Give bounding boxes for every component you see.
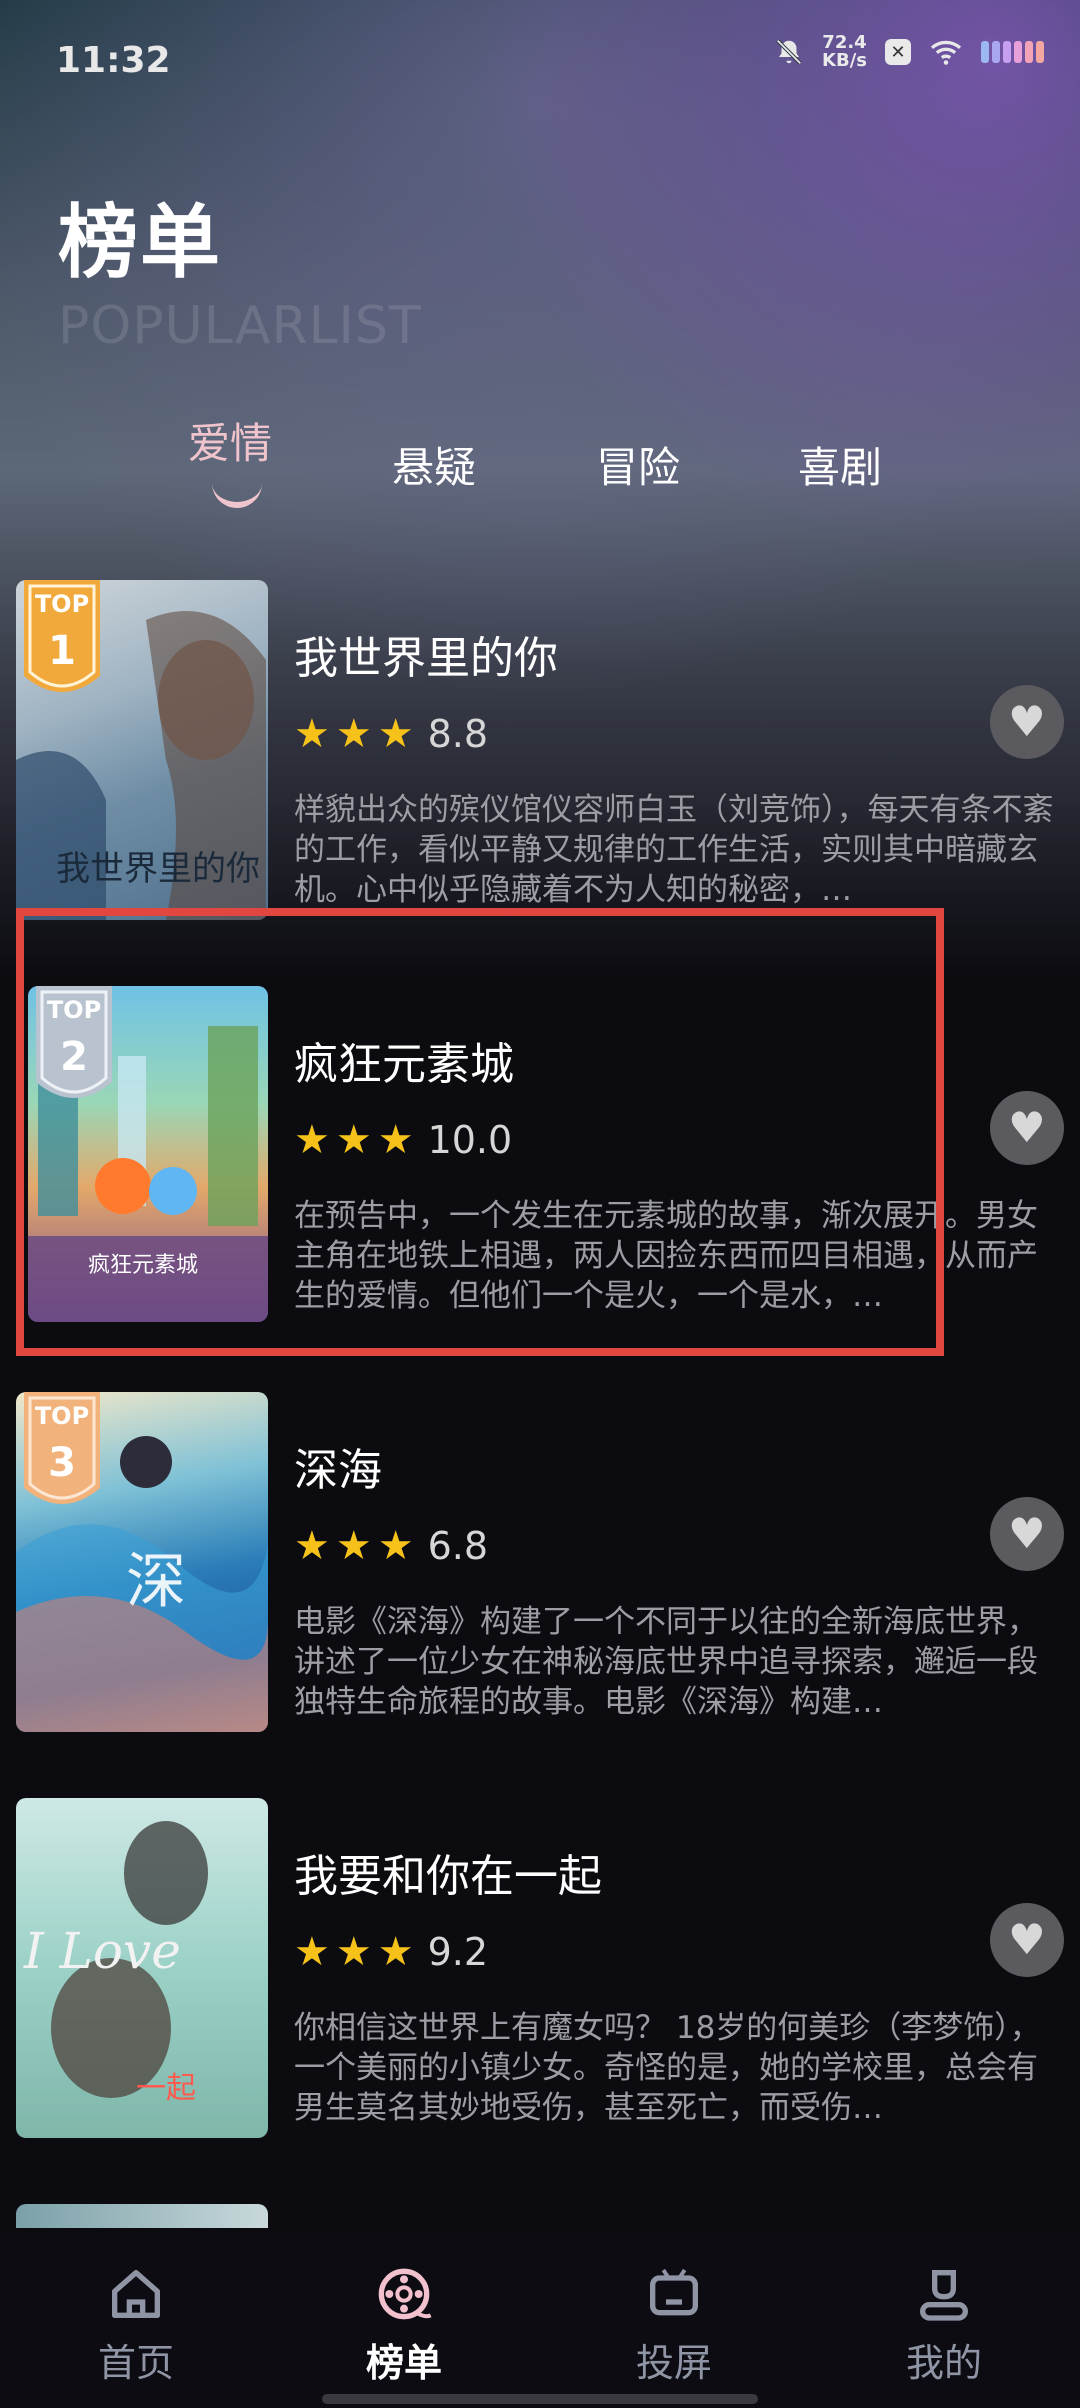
star-icon: ★ xyxy=(377,1523,414,1569)
rank-label: TOP xyxy=(34,590,90,618)
selection-highlight xyxy=(16,908,944,1356)
nav-cast-label: 投屏 xyxy=(635,2341,712,2385)
heart-icon: ♥ xyxy=(1008,1509,1046,1558)
movie-description: 样貌出众的殡仪馆仪容师白玉（刘竞饰），每天有条不紊的工作，看似平静又规律的工作生… xyxy=(294,792,1054,908)
nav-home-label: 首页 xyxy=(97,2341,174,2385)
bottom-nav: 首页 榜单 投屏 我的 xyxy=(0,2232,1080,2408)
tab-romance[interactable]: 爱情 xyxy=(188,410,272,471)
home-icon xyxy=(112,2270,160,2318)
net-speed: 72.4 KB/s xyxy=(822,34,867,70)
nav-profile[interactable]: 我的 xyxy=(844,2262,1044,2387)
list-item[interactable]: 深 TOP 3 深海 ★ ★ ★ 6.8 电影《深海》构建了一个不同于以往的全新… xyxy=(0,1392,1080,1732)
nav-cast[interactable]: 投屏 xyxy=(574,2262,774,2387)
svg-text:一起: 一起 xyxy=(136,2071,196,2106)
movie-description: 电影《深海》构建了一个不同于以往的全新海底世界，讲述了一位少女在神秘海底世界中追… xyxy=(294,1604,1038,1720)
movie-title[interactable]: 我要和你在一起 xyxy=(294,1840,602,1904)
rating-score: 8.8 xyxy=(427,712,489,756)
bell-muted-icon xyxy=(776,39,802,65)
star-icon: ★ xyxy=(294,1929,330,1975)
rank-number: 3 xyxy=(48,1440,76,1486)
nav-ranking-label: 榜单 xyxy=(365,2341,442,2385)
movie-description: 你相信这世界上有魔女吗？ 18岁的何美珍（李梦饰），一个美丽的小镇少女。奇怪的是… xyxy=(294,2010,1041,2126)
favorite-button[interactable]: ♥ xyxy=(990,1903,1064,1977)
rating: ★ ★ ★ 6.8 xyxy=(294,1524,488,1568)
home-indicator[interactable] xyxy=(322,2394,758,2404)
list-item[interactable]: 我世界里的你 TOP 1 我世界里的你 ★ ★ ★ 8.8 样貌出众的殡仪馆仪容… xyxy=(0,580,1080,920)
rating-score: 9.2 xyxy=(427,1930,489,1974)
net-speed-unit: KB/s xyxy=(822,50,867,71)
rating: ★ ★ ★ 8.8 xyxy=(294,712,488,756)
x-app-icon: ✕ xyxy=(885,39,911,65)
nav-home[interactable]: 首页 xyxy=(36,2262,236,2387)
star-icon: ★ xyxy=(335,711,372,757)
favorite-button[interactable]: ♥ xyxy=(990,1497,1064,1571)
status-bar: 11:32 72.4 KB/s ✕ xyxy=(0,0,1080,120)
poster-art: I Love 一起 xyxy=(23,1821,208,2106)
active-tab-indicator xyxy=(212,480,262,508)
movie-poster[interactable]: I Love 一起 xyxy=(16,1798,268,2138)
status-icons: 72.4 KB/s ✕ xyxy=(774,34,1044,70)
page-title: 榜单 xyxy=(58,196,222,289)
status-time: 11:32 xyxy=(56,40,171,81)
tab-comedy[interactable]: 喜剧 xyxy=(798,434,882,495)
movie-title[interactable]: 深海 xyxy=(294,1434,382,1498)
rating-score: 6.8 xyxy=(427,1524,489,1568)
profile-icon xyxy=(920,2270,968,2321)
star-icon: ★ xyxy=(294,711,330,757)
tab-mystery[interactable]: 悬疑 xyxy=(392,434,476,495)
list-item[interactable]: I Love 一起 我要和你在一起 ★ ★ ★ 9.2 你相信这世界上有魔女吗？… xyxy=(0,1798,1080,2138)
star-icon: ★ xyxy=(377,1929,414,1975)
svg-text:I Love: I Love xyxy=(23,1922,181,1980)
heart-icon: ♥ xyxy=(1008,1915,1046,1964)
page-subtitle: POPULARLIST xyxy=(58,296,422,356)
rating: ★ ★ ★ 9.2 xyxy=(294,1930,488,1974)
star-icon: ★ xyxy=(335,1523,372,1569)
nav-profile-label: 我的 xyxy=(905,2341,982,2385)
wifi-icon xyxy=(930,40,962,65)
rank-badge: TOP 3 xyxy=(24,1392,100,1520)
heart-icon: ♥ xyxy=(1008,697,1046,746)
svg-text:我世界里的你: 我世界里的你 xyxy=(56,849,260,889)
star-icon: ★ xyxy=(294,1523,330,1569)
category-tabs: 爱情 悬疑 冒险 喜剧 xyxy=(0,410,1080,510)
rank-badge: TOP 1 xyxy=(24,580,100,708)
battery-icon xyxy=(981,41,1044,63)
favorite-button[interactable]: ♥ xyxy=(990,1091,1064,1165)
tab-adventure[interactable]: 冒险 xyxy=(596,434,680,495)
star-icon: ★ xyxy=(377,711,414,757)
svg-text:深: 深 xyxy=(126,1547,186,1617)
rank-number: 1 xyxy=(48,628,76,674)
movie-poster-partial[interactable] xyxy=(16,2204,268,2228)
heart-icon: ♥ xyxy=(1008,1103,1046,1152)
favorite-button[interactable]: ♥ xyxy=(990,685,1064,759)
movie-title[interactable]: 我世界里的你 xyxy=(294,622,558,686)
rank-label: TOP xyxy=(34,1402,90,1430)
star-icon: ★ xyxy=(335,1929,372,1975)
tv-icon xyxy=(650,2268,698,2316)
film-reel-icon xyxy=(378,2268,432,2320)
nav-ranking[interactable]: 榜单 xyxy=(304,2262,504,2387)
